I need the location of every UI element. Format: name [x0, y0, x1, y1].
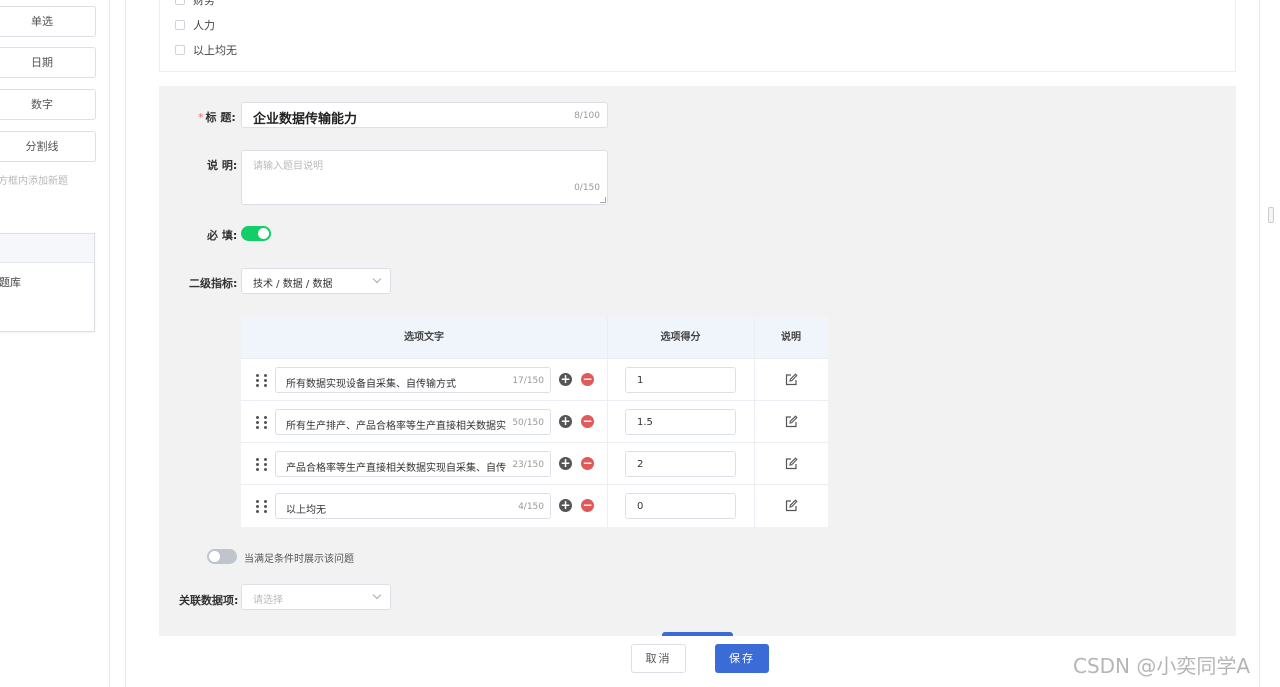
save-button[interactable]: 保存 [715, 644, 769, 673]
remove-option-icon[interactable]: − [581, 499, 594, 512]
option-row: 以上均无 4/150 + − 0 [241, 485, 828, 527]
condition-label: 当满足条件时展示该问题 [244, 554, 354, 565]
description-placeholder: 请输入题目说明 [253, 161, 323, 172]
option-text-input[interactable]: 产品合格率等生产直接相关数据实现自采集、自传 23/150 [275, 451, 551, 477]
option-checkbox-finance[interactable]: 财务 [175, 0, 215, 8]
related-data-placeholder: 请选择 [253, 595, 283, 606]
option-checkbox-hr[interactable]: 人力 [175, 17, 215, 33]
question-library-item[interactable]: 题库 [0, 274, 21, 290]
option-score-value: 1 [637, 375, 644, 386]
type-button-divider[interactable]: 分割线 [0, 131, 96, 162]
option-text-value: 所有数据实现设备自采集、自传输方式 [286, 379, 456, 390]
edit-note-icon[interactable] [784, 373, 798, 387]
add-option-icon[interactable]: + [559, 415, 572, 428]
description-label: 说 明: [207, 159, 238, 172]
option-text-counter: 17/150 [512, 376, 544, 386]
option-row: 产品合格率等生产直接相关数据实现自采集、自传 23/150 + − 2 [241, 443, 828, 485]
header-option-note: 说明 [781, 332, 801, 343]
indicator-select[interactable]: 技术 / 数据 / 数据 [241, 268, 391, 294]
option-text-counter: 4/150 [518, 502, 544, 512]
type-button-single-choice[interactable]: 单选 [0, 6, 96, 37]
checkbox-icon[interactable] [175, 0, 185, 5]
remove-option-icon[interactable]: − [581, 457, 594, 470]
options-table: 选项文字 选项得分 说明 所有数据实现设备自采集、自传输方式 17/150 + … [241, 317, 828, 527]
indicator-label: 二级指标: [189, 277, 238, 290]
indicator-select-value: 技术 / 数据 / 数据 [253, 279, 333, 290]
option-row: 所有生产排产、产品合格率等生产直接相关数据实 50/150 + − 1.5 [241, 401, 828, 443]
option-score-value: 2 [637, 459, 644, 470]
question-library-panel: 题库 [0, 233, 95, 332]
option-score-input[interactable]: 1 [625, 367, 736, 393]
chevron-down-icon [372, 274, 382, 284]
header-option-score: 选项得分 [660, 332, 701, 343]
option-score-value: 1.5 [637, 417, 653, 428]
watermark: CSDN @小奕同学A [1073, 654, 1251, 678]
toggle-knob [258, 228, 269, 239]
drag-handle-icon[interactable] [256, 374, 268, 387]
chevron-down-icon [372, 590, 382, 600]
edit-note-icon[interactable] [784, 499, 798, 513]
add-option-icon[interactable]: + [559, 373, 572, 386]
remove-option-icon[interactable]: − [581, 415, 594, 428]
scrollbar-thumb[interactable] [1268, 207, 1274, 223]
option-score-input[interactable]: 1.5 [625, 409, 736, 435]
option-row: 所有数据实现设备自采集、自传输方式 17/150 + − 1 [241, 359, 828, 401]
required-label: 必 填: [207, 229, 238, 242]
option-score-value: 0 [637, 501, 644, 512]
option-text-input[interactable]: 所有生产排产、产品合格率等生产直接相关数据实 50/150 [275, 409, 551, 435]
question-library-header [0, 234, 94, 263]
related-data-select[interactable]: 请选择 [241, 584, 391, 610]
previous-question-card [159, 0, 1236, 72]
option-score-input[interactable]: 2 [625, 451, 736, 477]
drag-handle-icon[interactable] [256, 458, 268, 471]
remove-option-icon[interactable]: − [581, 373, 594, 386]
title-counter: 8/100 [574, 111, 600, 121]
title-label: * 标 题: [198, 111, 236, 124]
related-data-label: 关联数据项: [179, 594, 239, 607]
add-option-icon[interactable]: + [559, 499, 572, 512]
type-button-date[interactable]: 日期 [0, 47, 96, 78]
type-button-number[interactable]: 数字 [0, 89, 96, 120]
edit-note-icon[interactable] [784, 415, 798, 429]
header-option-text: 选项文字 [404, 332, 444, 343]
option-text-counter: 23/150 [512, 460, 544, 470]
description-textarea[interactable]: 请输入题目说明 0/150 [241, 150, 608, 205]
edit-note-icon[interactable] [784, 457, 798, 471]
required-toggle[interactable] [241, 226, 271, 241]
option-text-value: 所有生产排产、产品合格率等生产直接相关数据实 [286, 421, 506, 432]
option-text-counter: 50/150 [512, 418, 544, 428]
cancel-button[interactable]: 取消 [631, 644, 686, 673]
add-option-icon[interactable]: + [559, 457, 572, 470]
options-table-header: 选项文字 选项得分 说明 [241, 317, 828, 359]
required-star: * [198, 111, 204, 124]
resize-handle-icon[interactable] [600, 197, 606, 203]
drag-handle-icon[interactable] [256, 416, 268, 429]
toggle-knob [209, 551, 220, 562]
option-text-value: 产品合格率等生产直接相关数据实现自采集、自传 [286, 463, 506, 474]
title-input[interactable]: 企业数据传输能力 8/100 [241, 102, 608, 128]
option-text-input[interactable]: 以上均无 4/150 [275, 493, 551, 519]
checkbox-icon[interactable] [175, 45, 185, 55]
left-panel: 单选 日期 数字 分割线 方框内添加新题 题库 [0, 0, 110, 687]
add-question-hint: 方框内添加新题 [0, 176, 68, 187]
option-checkbox-none[interactable]: 以上均无 [175, 42, 237, 58]
condition-toggle[interactable] [207, 549, 237, 564]
title-input-value: 企业数据传输能力 [253, 112, 358, 127]
checkbox-icon[interactable] [175, 20, 185, 30]
description-counter: 0/150 [574, 183, 600, 193]
option-text-value: 以上均无 [286, 505, 326, 516]
option-text-input[interactable]: 所有数据实现设备自采集、自传输方式 17/150 [275, 367, 551, 393]
option-score-input[interactable]: 0 [625, 493, 736, 519]
drag-handle-icon[interactable] [256, 500, 268, 513]
